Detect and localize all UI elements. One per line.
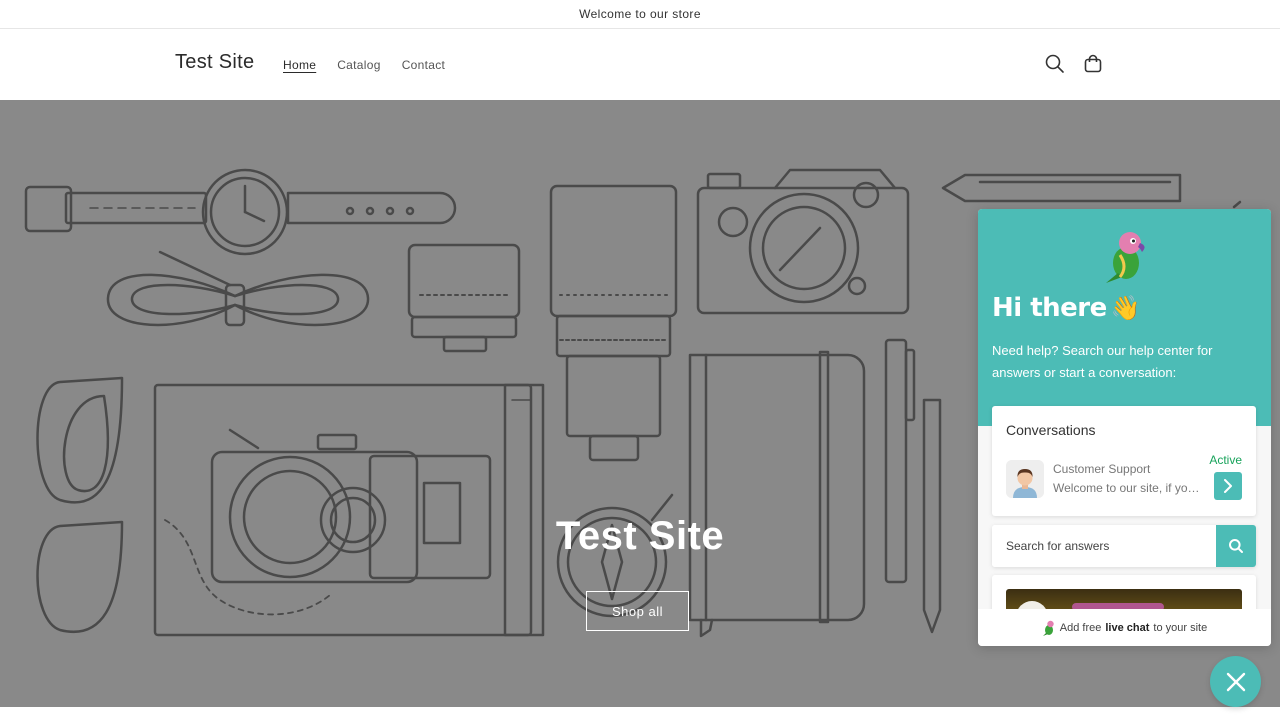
chat-greeting-text: Hi there [992, 293, 1107, 323]
long-lens-illustration [549, 184, 678, 462]
nav-home[interactable]: Home [283, 58, 316, 72]
parrot-small-icon [1042, 620, 1054, 636]
footer-suffix: to your site [1153, 621, 1208, 634]
chevron-right-icon [1224, 479, 1232, 493]
conversations-card: Conversations Customer Support Welcome t… [992, 406, 1256, 516]
main-nav: Home Catalog Contact [283, 58, 445, 72]
site-header: Test Site Home Catalog Contact [0, 29, 1280, 100]
close-icon [1226, 672, 1245, 691]
chat-widget: Hi there 👋 Need help? Search our help cen… [978, 209, 1271, 646]
camera-illustration [696, 168, 910, 315]
chat-greeting: Hi there 👋 [992, 293, 1141, 323]
shop-all-button[interactable]: Shop all [586, 591, 689, 631]
conversations-title: Conversations [1006, 422, 1096, 438]
conversation-preview[interactable]: Welcome to our site, if you need help si… [1053, 481, 1203, 495]
chat-subtitle: Need help? Search our help center for an… [992, 343, 1213, 380]
notebook-illustration [688, 350, 866, 638]
search-icon[interactable] [1044, 53, 1066, 75]
bowtie-illustration [106, 250, 370, 327]
nav-contact[interactable]: Contact [402, 58, 445, 72]
open-conversation-button[interactable] [1214, 472, 1242, 500]
parrot-logo-icon [1106, 232, 1145, 283]
agent-name: Customer Support [1053, 462, 1151, 476]
chat-footer-promo[interactable]: Add free live chat to your site [978, 609, 1271, 646]
search-icon [1229, 539, 1243, 553]
nav-catalog[interactable]: Catalog [337, 58, 380, 72]
agent-avatar[interactable] [1006, 460, 1044, 498]
help-search-input[interactable] [992, 525, 1216, 567]
cart-icon[interactable] [1082, 53, 1104, 75]
announcement-bar: Welcome to our store [0, 0, 1280, 29]
footer-prefix: Add free [1059, 621, 1102, 634]
sunglasses-illustration [36, 376, 124, 633]
map-camera-illustration [153, 383, 545, 637]
help-search-card [992, 525, 1256, 567]
help-search-button[interactable] [1216, 525, 1256, 567]
site-logo[interactable]: Test Site [175, 51, 254, 74]
pencil-illustration [941, 173, 1182, 203]
chat-header: Hi there 👋 Need help? Search our help cen… [978, 209, 1271, 426]
chat-close-button[interactable] [1210, 656, 1261, 707]
announcement-text: Welcome to our store [579, 7, 701, 21]
small-lens-illustration [407, 243, 521, 353]
watch-illustration [24, 168, 457, 256]
wave-emoji-icon: 👋 [1110, 294, 1141, 322]
status-badge: Active [1209, 453, 1242, 467]
footer-bold: live chat [1105, 621, 1150, 634]
